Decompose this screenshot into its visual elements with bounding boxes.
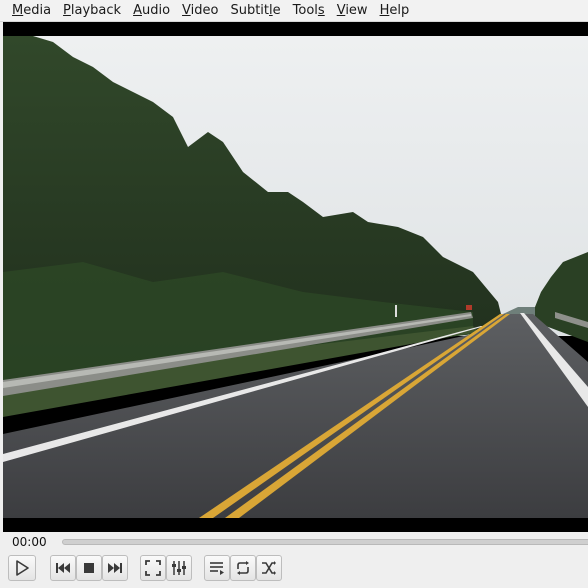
previous-icon — [56, 563, 70, 573]
previous-button[interactable] — [50, 555, 76, 581]
menu-bar: Media Playback Audio Video Subtitle Tool… — [0, 0, 588, 22]
seek-slider[interactable] — [62, 539, 588, 545]
menu-subtitle[interactable]: Subtitle — [224, 0, 286, 22]
extended-settings-button[interactable] — [166, 555, 192, 581]
play-button[interactable] — [8, 555, 36, 581]
stop-button[interactable] — [76, 555, 102, 581]
menu-media[interactable]: Media — [6, 0, 57, 22]
fullscreen-button[interactable] — [140, 555, 166, 581]
next-icon — [108, 563, 122, 573]
menu-audio[interactable]: Audio — [127, 0, 176, 22]
control-bar — [0, 552, 588, 588]
vlc-window: Media Playback Audio Video Subtitle Tool… — [0, 0, 588, 588]
fullscreen-icon — [145, 560, 161, 576]
video-frame-image — [3, 22, 588, 532]
menu-video[interactable]: Video — [176, 0, 224, 22]
menu-tools[interactable]: Tools — [287, 0, 331, 22]
video-display[interactable] — [3, 22, 588, 532]
shuffle-button[interactable] — [256, 555, 282, 581]
stop-icon — [84, 563, 94, 573]
menu-playback[interactable]: Playback — [57, 0, 127, 22]
playlist-button[interactable] — [204, 555, 230, 581]
loop-icon — [237, 561, 249, 575]
playlist-icon — [210, 562, 224, 575]
play-icon — [16, 560, 29, 576]
extended-settings-icon — [172, 561, 186, 575]
seek-row: 00:00 — [0, 533, 588, 551]
elapsed-time: 00:00 — [12, 535, 47, 549]
shuffle-icon — [262, 561, 276, 575]
menu-view[interactable]: View — [331, 0, 374, 22]
loop-button[interactable] — [230, 555, 256, 581]
menu-help[interactable]: Help — [374, 0, 416, 22]
next-button[interactable] — [102, 555, 128, 581]
